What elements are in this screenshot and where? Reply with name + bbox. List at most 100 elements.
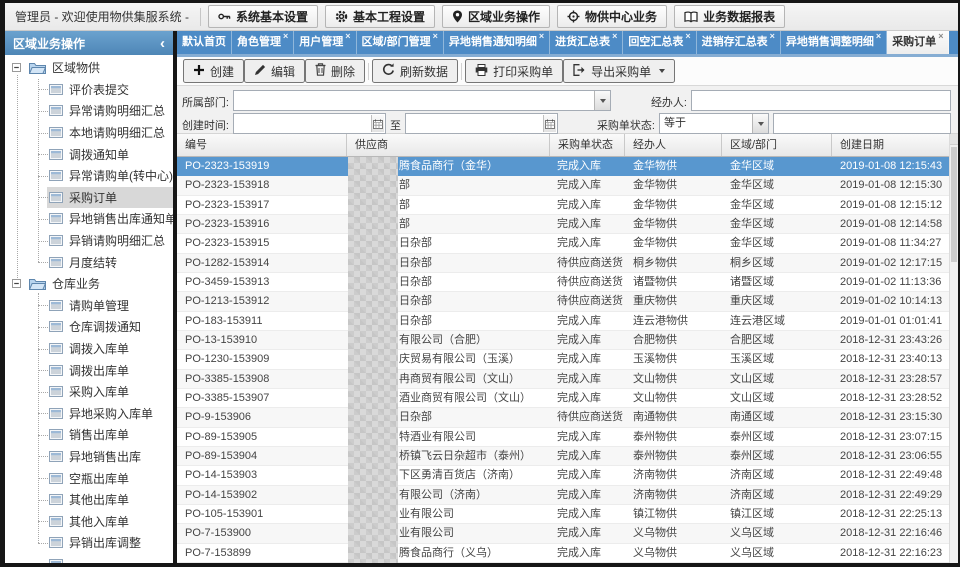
table-row[interactable]: PO-105-153901 业有限公司 完成入库 镇江物供 镇江区域 2018-… [177, 505, 949, 524]
status-op-select[interactable]: 等于 [659, 113, 769, 134]
topbar-menu-button[interactable]: 区域业务操作 [442, 5, 550, 28]
vertical-scrollbar[interactable] [949, 134, 958, 563]
department-select[interactable] [233, 90, 611, 111]
tree-item[interactable]: 销售出库单 [5, 424, 173, 446]
tab[interactable]: 默认首页 [177, 31, 232, 54]
tab[interactable]: 采购订单 × [887, 31, 949, 54]
topbar-menu-button[interactable]: 物供中心业务 [557, 5, 667, 28]
tree-item[interactable]: 月度结转 [5, 251, 173, 273]
tree-item[interactable]: 异地采购入库单 [5, 403, 173, 425]
table-row[interactable]: PO-183-153911 日杂部 完成入库 连云港物供 连云港区域 2019-… [177, 312, 949, 331]
tab[interactable]: 异地销售调整明细 × [781, 31, 887, 54]
tab[interactable]: 进销存汇总表 × [697, 31, 781, 54]
tab-close-icon[interactable]: × [612, 31, 617, 42]
action-button[interactable]: 编辑 [244, 59, 305, 83]
tree-item[interactable]: 本地请购明细汇总 [5, 122, 173, 144]
table-row[interactable]: PO-14-153902 有限公司（济南） 完成入库 济南物供 济南区域 201… [177, 486, 949, 505]
tab[interactable]: 角色管理 × [232, 31, 294, 54]
tab-close-icon[interactable]: × [770, 31, 775, 42]
plus-icon [193, 64, 205, 79]
main-panel: 默认首页 角色管理 × 用户管理 × 区域/部门管理 × 异地销售通知明细 × [177, 31, 958, 563]
tree-item[interactable]: 采购订单 [5, 187, 173, 209]
date-to-input[interactable] [406, 114, 543, 133]
tab[interactable]: 进货汇总表 × [550, 31, 623, 54]
tree-item[interactable]: 调拨通知单 [5, 143, 173, 165]
sidebar-collapse-icon[interactable]: ‹ [160, 36, 165, 51]
tree-item[interactable]: 其他出库单 [5, 489, 173, 511]
table-row[interactable]: PO-3385-153907 酒业商贸有限公司（文山） 完成入库 文山物供 文山… [177, 389, 949, 408]
action-button[interactable]: 删除 [305, 59, 365, 83]
table-row[interactable]: PO-2323-153918 部 完成入库 金华物供 金华区域 2019-01-… [177, 176, 949, 195]
collapse-toggle-icon[interactable] [12, 279, 21, 288]
operator-input[interactable] [691, 90, 951, 111]
table-row[interactable]: PO-89-153904 桥镇飞云日杂超市（泰州） 完成入库 泰州物供 泰州区域… [177, 447, 949, 466]
tree-item[interactable] [5, 554, 173, 563]
table-row[interactable]: PO-7-153900 业有限公司 完成入库 义乌物供 义乌区域 2018-12… [177, 524, 949, 543]
calendar-icon[interactable] [371, 115, 384, 132]
tree-item[interactable]: 异销请购明细汇总 [5, 230, 173, 252]
table-row[interactable]: PO-1213-153912 日杂部 待供应商送货 重庆物供 重庆区域 2019… [177, 292, 949, 311]
tab[interactable]: 区域/部门管理 × [357, 31, 444, 54]
table-row[interactable]: PO-2323-153916 部 完成入库 金华物供 金华区域 2019-01-… [177, 215, 949, 234]
tree-item[interactable]: 异常请购明细汇总 [5, 100, 173, 122]
table-row[interactable]: PO-1282-153914 日杂部 待供应商送货 桐乡物供 桐乡区域 2019… [177, 254, 949, 273]
action-button[interactable]: 刷新数据 [372, 59, 458, 83]
table-row[interactable]: PO-2323-153917 部 完成入库 金华物供 金华区域 2019-01-… [177, 196, 949, 215]
tree-item[interactable]: 空瓶出库单 [5, 467, 173, 489]
tree-item[interactable]: 异地销售出库 [5, 446, 173, 468]
tree-item[interactable]: 请购单管理 [5, 295, 173, 317]
tab-close-icon[interactable]: × [283, 31, 288, 42]
column-header[interactable]: 区域/部门 [722, 134, 832, 156]
action-button[interactable]: 打印采购单 [465, 59, 563, 83]
tree-item[interactable]: 区域物供 [5, 57, 173, 79]
tree-item[interactable]: 其他入库单 [5, 510, 173, 532]
calendar-icon[interactable] [543, 115, 556, 132]
scrollbar-thumb[interactable] [951, 147, 957, 262]
date-from-input[interactable] [234, 114, 371, 133]
form-icon [49, 386, 63, 397]
column-header[interactable]: 创建日期 [832, 134, 958, 156]
collapse-toggle-icon[interactable] [12, 63, 21, 72]
tree-item[interactable]: 采购入库单 [5, 381, 173, 403]
tree-item[interactable]: 异销出库调整 [5, 532, 173, 554]
scrollbar-up-button[interactable] [950, 134, 958, 145]
topbar-menu-button[interactable]: 系统基本设置 [208, 5, 318, 28]
region-cell: 桐乡区域 [722, 254, 832, 272]
table-row[interactable]: PO-3459-153913 日杂部 待供应商送货 诸暨物供 诸暨区域 2019… [177, 273, 949, 292]
table-row[interactable]: PO-9-153906 日杂部 待供应商送货 南通物供 南通区域 2018-12… [177, 408, 949, 427]
tree-item[interactable]: 调拨入库单 [5, 338, 173, 360]
table-row[interactable]: PO-13-153910 有限公司（合肥） 完成入库 合肥物供 合肥区域 201… [177, 331, 949, 350]
tree-item[interactable]: 调拨出库单 [5, 359, 173, 381]
column-header[interactable]: 编号 [177, 134, 347, 156]
action-button[interactable]: 创建 [183, 59, 244, 83]
tab[interactable]: 用户管理 × [294, 31, 356, 54]
table-row[interactable]: PO-14-153903 下区勇清百货店（济南） 完成入库 济南物供 济南区域 … [177, 466, 949, 485]
tree-item[interactable]: 异常请购单(转中心) [5, 165, 173, 187]
tree-item[interactable]: 评价表提交 [5, 79, 173, 101]
tab[interactable]: 异地销售通知明细 × [444, 31, 550, 54]
column-header[interactable]: 供应商 [347, 134, 550, 156]
tab[interactable]: 回空汇总表 × [623, 31, 696, 54]
table-row[interactable]: PO-7-153899 腾食品商行（义乌） 完成入库 义乌物供 义乌区域 201… [177, 544, 949, 563]
table-row[interactable]: PO-2323-153919 腾食品商行（金华） 完成入库 金华物供 金华区域 … [177, 157, 949, 176]
tab-close-icon[interactable]: × [876, 31, 881, 42]
tab-close-icon[interactable]: × [938, 31, 943, 42]
tree-item[interactable]: 异地销售出库通知单 [5, 208, 173, 230]
topbar-menu-button[interactable]: 业务数据报表 [674, 5, 785, 28]
tree-item[interactable]: 仓库业务 [5, 273, 173, 295]
table-row[interactable]: PO-1230-153909 庆贸易有限公司（玉溪） 完成入库 玉溪物供 玉溪区… [177, 350, 949, 369]
column-header[interactable]: 采购单状态 [550, 134, 625, 156]
tab-close-icon[interactable]: × [345, 31, 350, 42]
tree-item[interactable]: 仓库调拨通知 [5, 316, 173, 338]
action-button[interactable]: 导出采购单 [563, 59, 675, 83]
table-row[interactable]: PO-89-153905 特酒业有限公司 完成入库 泰州物供 泰州区域 2018… [177, 428, 949, 447]
table-row[interactable]: PO-3385-153908 冉商贸有限公司（文山） 完成入库 文山物供 文山区… [177, 370, 949, 389]
status-value-input[interactable] [773, 113, 951, 134]
table-row[interactable]: PO-2323-153915 日杂部 完成入库 金华物供 金华区域 2019-0… [177, 234, 949, 253]
tab-close-icon[interactable]: × [685, 31, 690, 42]
tab-close-icon[interactable]: × [539, 31, 544, 42]
topbar-menu-button[interactable]: 基本工程设置 [325, 5, 435, 28]
operator-cell: 泰州物供 [625, 428, 722, 446]
column-header[interactable]: 经办人 [625, 134, 722, 156]
tab-close-icon[interactable]: × [433, 31, 438, 42]
